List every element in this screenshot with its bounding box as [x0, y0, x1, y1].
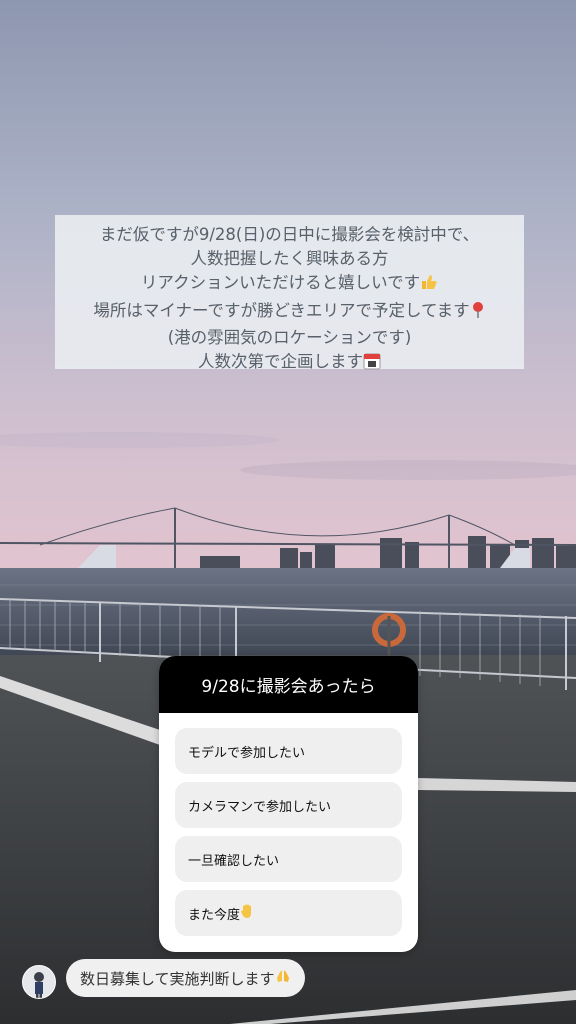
caption-line-6-wrap: 人数次第で企画します	[55, 350, 524, 377]
story-caption-box: まだ仮ですが9/28(日)の日中に撮影会を検討中で、 人数把握したく興味ある方 …	[55, 215, 524, 371]
story-view: まだ仮ですが9/28(日)の日中に撮影会を検討中で、 人数把握したく興味ある方 …	[0, 0, 576, 1024]
reply-message[interactable]: 数日募集して実施判断します	[66, 959, 305, 997]
pin-icon	[470, 301, 486, 326]
avatar[interactable]	[22, 965, 56, 999]
caption-line-4: 場所はマイナーですが勝どきエリアで予定してます	[93, 300, 470, 320]
poll-sticker: 9/28に撮影会あったら モデルで参加したい カメラマンで参加したい 一旦確認し…	[159, 656, 418, 952]
poll-option-check[interactable]: 一旦確認したい	[175, 836, 402, 882]
caption-line-1: まだ仮ですが9/28(日)の日中に撮影会を検討中で、	[99, 225, 480, 244]
poll-option-next-time[interactable]: また今度	[175, 890, 402, 936]
caption-line-3-wrap: リアクションいただけると嬉しいです	[55, 271, 524, 298]
reply-bar: 数日募集して実施判断します	[0, 955, 576, 1001]
poll-option-next-time-label: また今度	[188, 907, 241, 923]
raised-hand-icon	[240, 903, 254, 923]
poll-question: 9/28に撮影会あったら	[159, 656, 418, 713]
pray-icon	[275, 968, 291, 988]
reply-text: 数日募集して実施判断します	[80, 969, 275, 988]
caption-line-5: (港の雰囲気のロケーションです)	[167, 327, 412, 347]
caption-line-2: 人数把握したく興味ある方	[190, 249, 389, 269]
poll-options: モデルで参加したい カメラマンで参加したい 一旦確認したい また今度	[159, 713, 418, 936]
calendar-icon	[363, 352, 381, 377]
caption-line-6: 人数次第で企画します	[198, 352, 363, 372]
thumbs-up-icon	[420, 273, 438, 298]
poll-option-model[interactable]: モデルで参加したい	[175, 728, 402, 774]
poll-option-photographer[interactable]: カメラマンで参加したい	[175, 782, 402, 828]
caption-line-4-wrap: 場所はマイナーですが勝どきエリアで予定してます	[55, 299, 524, 326]
caption-line-3: リアクションいただけると嬉しいです	[140, 273, 421, 293]
